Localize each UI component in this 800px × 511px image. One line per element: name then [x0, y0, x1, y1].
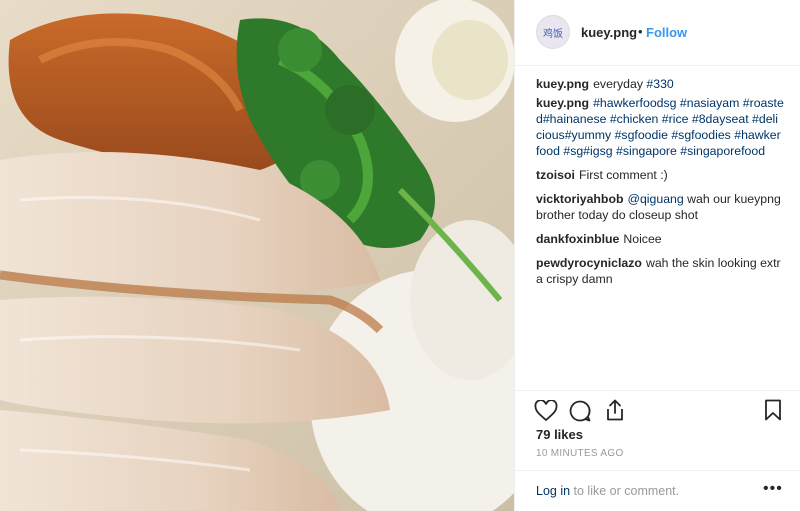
heart-icon[interactable] — [534, 400, 558, 422]
comment-username[interactable]: dankfoxinblue — [536, 232, 619, 246]
post-header: 鸡饭 kuey.png • Follow — [515, 0, 800, 66]
post-timestamp: 10 MINUTES AGO — [536, 448, 624, 459]
bookmark-icon[interactable] — [764, 399, 782, 421]
likes-count[interactable]: 79 likes — [536, 427, 583, 442]
comment-username[interactable]: pewdyrocyniclazo — [536, 256, 642, 270]
comments-list: kuey.png everyday #330 kuey.png #hawkerfoo… — [536, 76, 784, 295]
list-item: dankfoxinblue Noicee — [536, 231, 784, 247]
more-options-icon[interactable]: ••• — [763, 480, 783, 498]
avatar[interactable]: 鸡饭 — [536, 15, 570, 49]
comment-username[interactable]: kuey.png — [536, 77, 589, 91]
post-username[interactable]: kuey.png — [581, 25, 637, 40]
login-prompt: Log in to like or comment. — [536, 484, 679, 498]
comment-icon[interactable] — [568, 399, 592, 423]
comment-text: First comment :) — [578, 168, 668, 182]
share-icon[interactable] — [604, 398, 626, 422]
comment-text: everyday — [593, 77, 647, 91]
avatar-text: 鸡饭 — [543, 28, 563, 40]
follow-button[interactable]: Follow — [646, 25, 687, 40]
login-link[interactable]: Log in — [536, 484, 570, 498]
comment-text: Noicee — [623, 232, 662, 246]
separator-dot: • — [638, 24, 643, 39]
list-item: pewdyrocyniclazo wah the skin looking ext… — [536, 255, 784, 287]
comment-username[interactable]: tzoisoi — [536, 168, 575, 182]
list-item: vicktoriyahbob @qiguang wah our kueypng b… — [536, 191, 784, 223]
chicken-rice-image — [0, 0, 514, 511]
caption: kuey.png everyday #330 — [536, 76, 784, 92]
login-prompt-text: to like or comment. — [570, 484, 680, 498]
login-bar: Log in to like or comment. ••• — [515, 470, 800, 511]
list-item: tzoisoi First comment :) — [536, 167, 784, 183]
mention-link[interactable]: @qiguang — [627, 192, 683, 206]
post-photo[interactable] — [0, 0, 514, 511]
hashtag-link[interactable]: #330 — [646, 77, 673, 91]
comment-username[interactable]: vicktoriyahbob — [536, 192, 623, 206]
hashtag-comment: kuey.png #hawkerfoodsg #nasiayam #roasted… — [536, 95, 784, 159]
post-sidebar: 鸡饭 kuey.png • Follow kuey.png everyday #3… — [514, 0, 800, 511]
comment-username[interactable]: kuey.png — [536, 96, 589, 110]
